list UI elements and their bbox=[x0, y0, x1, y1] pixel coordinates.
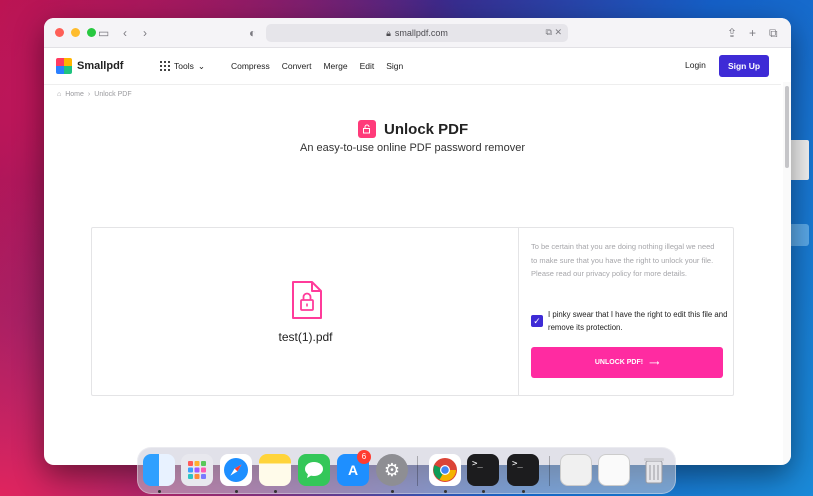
chrome-running-indicator bbox=[444, 490, 447, 493]
locked-pdf-file-icon bbox=[292, 281, 322, 319]
arrow-right-icon: ⟶ bbox=[649, 359, 660, 367]
share-icon[interactable]: ⇪ bbox=[727, 26, 737, 40]
smallpdf-logo-icon bbox=[56, 58, 72, 74]
consent-label[interactable]: I pinky swear that I have the right to e… bbox=[548, 308, 728, 334]
dock-separator bbox=[417, 456, 418, 486]
page-subtitle: An easy-to-use online PDF password remov… bbox=[300, 142, 525, 154]
sidebar-toggle-icon[interactable]: ▭ bbox=[98, 26, 109, 40]
finder-icon[interactable] bbox=[143, 454, 175, 486]
browser-window: ▭ ‹ › ◐ 🔒︎ smallpdf.com ⧉ ✕ ⇪ + ⧉ Smallp… bbox=[44, 18, 791, 465]
page-title: Unlock PDF bbox=[384, 120, 469, 138]
window-preview-icon[interactable] bbox=[560, 454, 592, 486]
nav-edit[interactable]: Edit bbox=[360, 61, 375, 71]
app-store-badge: 6 bbox=[357, 450, 371, 464]
terminal-icon-2[interactable]: >_ bbox=[507, 454, 539, 486]
tab-overview-icon[interactable]: ⧉ bbox=[769, 26, 778, 40]
tools-label: Tools bbox=[174, 61, 194, 71]
safari-icon[interactable] bbox=[220, 454, 252, 486]
file-preview-area: test(1).pdf bbox=[92, 228, 519, 395]
breadcrumb-separator: › bbox=[87, 91, 91, 98]
address-bar-url: smallpdf.com bbox=[394, 28, 448, 38]
trash-icon[interactable] bbox=[638, 454, 670, 486]
page-scrollbar[interactable] bbox=[783, 82, 791, 465]
dock: A 6 ⚙ >_ >_ bbox=[137, 447, 676, 494]
dock-separator-2 bbox=[549, 456, 550, 486]
launchpad-icon[interactable] bbox=[181, 454, 213, 486]
terminal-running-indicator bbox=[482, 490, 485, 493]
unlock-panel: test(1).pdf To be certain that you are d… bbox=[91, 227, 734, 396]
minimize-window-button[interactable] bbox=[71, 28, 80, 37]
system-preferences-icon[interactable]: ⚙ bbox=[376, 454, 408, 486]
breadcrumb-home[interactable]: Home bbox=[65, 91, 84, 98]
messages-icon[interactable] bbox=[298, 454, 330, 486]
breadcrumb-current: Unlock PDF bbox=[94, 91, 132, 98]
tools-menu[interactable]: Tools ⌄ bbox=[160, 61, 205, 72]
back-icon[interactable]: ‹ bbox=[123, 26, 127, 40]
site-header: Smallpdf Tools ⌄ Compress Convert Merge … bbox=[44, 48, 791, 84]
file-name: test(1).pdf bbox=[278, 330, 333, 344]
signup-button[interactable]: Sign Up bbox=[719, 55, 769, 77]
unlock-tool-icon bbox=[358, 120, 376, 138]
nav-sign[interactable]: Sign bbox=[386, 61, 403, 71]
unlock-pdf-label: UNLOCK PDF! bbox=[594, 359, 644, 366]
notes-icon[interactable] bbox=[259, 454, 291, 486]
login-link[interactable]: Login bbox=[685, 60, 706, 70]
system-preferences-running-indicator bbox=[391, 490, 394, 493]
notes-running-indicator bbox=[274, 490, 277, 493]
window-controls bbox=[55, 28, 96, 37]
new-tab-icon[interactable]: + bbox=[749, 26, 756, 40]
zoom-window-button[interactable] bbox=[87, 28, 96, 37]
privacy-shield-icon[interactable]: ◐ bbox=[249, 26, 256, 40]
consent-checkbox[interactable]: ✓ bbox=[531, 315, 543, 327]
chevron-down-icon: ⌄ bbox=[197, 60, 205, 71]
unlock-pdf-button[interactable]: UNLOCK PDF! ⟶ bbox=[531, 347, 723, 378]
browser-titlebar: ▭ ‹ › ◐ 🔒︎ smallpdf.com ⧉ ✕ ⇪ + ⧉ bbox=[44, 18, 791, 48]
close-window-button[interactable] bbox=[55, 28, 64, 37]
window-preview-icon-2[interactable] bbox=[598, 454, 630, 486]
lock-icon: 🔒︎ bbox=[386, 27, 391, 38]
legal-notice: To be certain that you are doing nothing… bbox=[531, 242, 715, 278]
grid-icon bbox=[160, 61, 170, 71]
nav-compress[interactable]: Compress bbox=[231, 61, 270, 71]
finder-running-indicator bbox=[158, 490, 161, 493]
logo-text: Smallpdf bbox=[77, 60, 124, 72]
breadcrumb: ⌂ Home › Unlock PDF bbox=[57, 91, 132, 98]
forward-icon[interactable]: › bbox=[143, 26, 147, 40]
safari-running-indicator bbox=[235, 490, 238, 493]
home-icon[interactable]: ⌂ bbox=[57, 91, 61, 98]
chrome-icon[interactable] bbox=[429, 454, 461, 486]
nav-merge[interactable]: Merge bbox=[323, 61, 347, 71]
address-bar[interactable]: 🔒︎ smallpdf.com ⧉ ✕ bbox=[266, 24, 568, 42]
terminal-2-running-indicator bbox=[522, 490, 525, 493]
unlock-options: To be certain that you are doing nothing… bbox=[519, 228, 733, 395]
header-divider bbox=[44, 84, 781, 85]
terminal-icon[interactable]: >_ bbox=[467, 454, 499, 486]
page-title-row: Unlock PDF bbox=[358, 120, 468, 138]
main-nav: Tools ⌄ Compress Convert Merge Edit Sign bbox=[160, 48, 415, 84]
smallpdf-logo[interactable]: Smallpdf bbox=[56, 58, 123, 74]
translate-icon[interactable]: ⧉ ✕ bbox=[546, 27, 562, 38]
nav-convert[interactable]: Convert bbox=[282, 61, 312, 71]
